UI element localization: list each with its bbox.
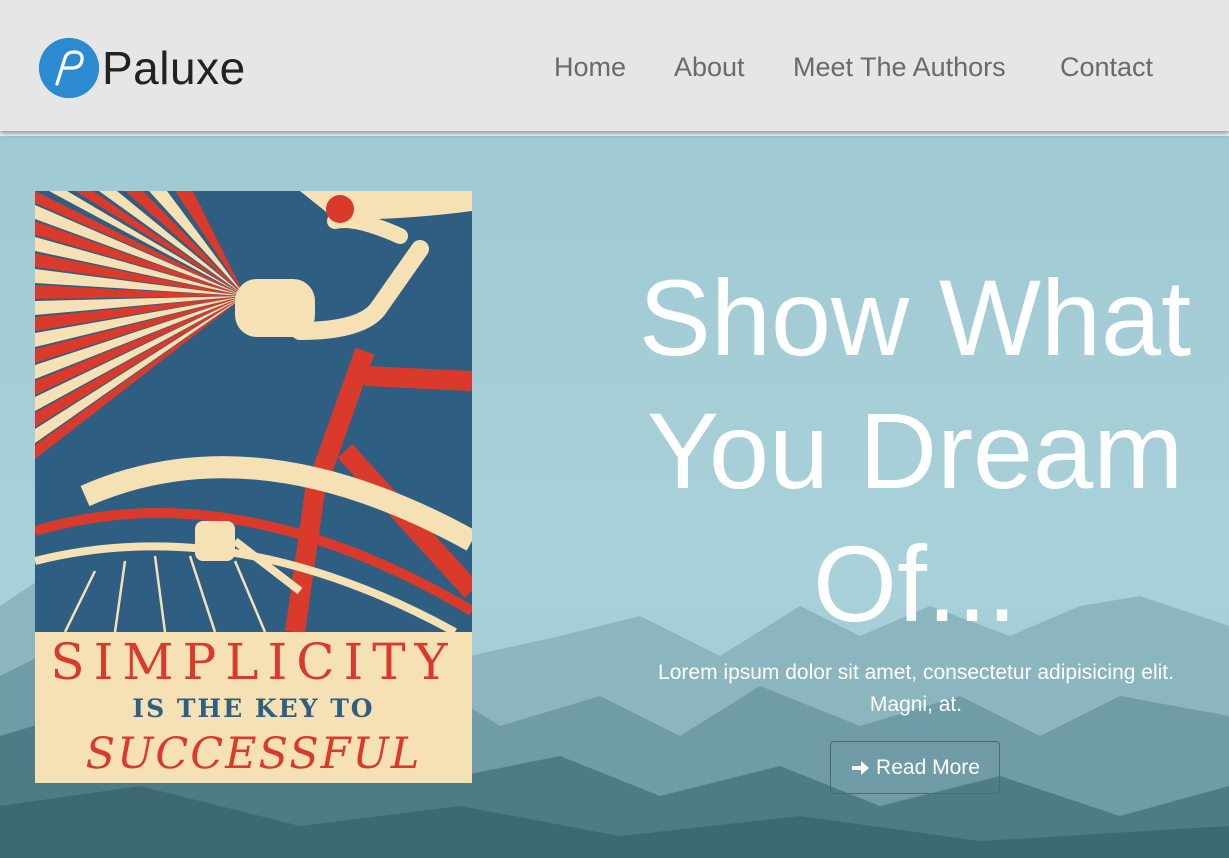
- nav-home-link[interactable]: Home: [554, 52, 626, 83]
- arrow-right-icon: [850, 758, 870, 778]
- read-more-label: Read More: [876, 755, 980, 779]
- book-cover-image: SIMPLICITY IS THE KEY TO SUCCESSFUL LIVI…: [35, 191, 472, 783]
- hero-headline: Show What You Dream Of...: [620, 251, 1210, 650]
- bicycle-illustration: [35, 191, 472, 632]
- poster-tagline: SUCCESSFUL LIVING: [85, 729, 422, 779]
- headline-line: You Dream: [646, 390, 1184, 511]
- header-divider: [0, 131, 1229, 136]
- nav-contact-link[interactable]: Contact: [1060, 52, 1153, 83]
- poster-title: SIMPLICITY: [50, 633, 457, 691]
- headline-line: Of...: [812, 523, 1018, 644]
- nav-about-link[interactable]: About: [674, 52, 745, 83]
- description-line: Lorem ipsum dolor sit amet, consectetur …: [658, 661, 1174, 684]
- site-header: Paluxe Home About Meet The Authors Conta…: [0, 0, 1229, 131]
- description-line: Magni, at.: [869, 693, 963, 716]
- headline-line: Show What: [638, 257, 1192, 378]
- poster-subtitle: IS THE KEY TO: [132, 694, 375, 723]
- hero-description: Lorem ipsum dolor sit amet, consectetur …: [630, 657, 1202, 721]
- read-more-button[interactable]: Read More: [830, 741, 1000, 794]
- nav-authors-link[interactable]: Meet The Authors: [793, 52, 1006, 83]
- main-nav: Home About Meet The Authors Contact: [0, 52, 1229, 86]
